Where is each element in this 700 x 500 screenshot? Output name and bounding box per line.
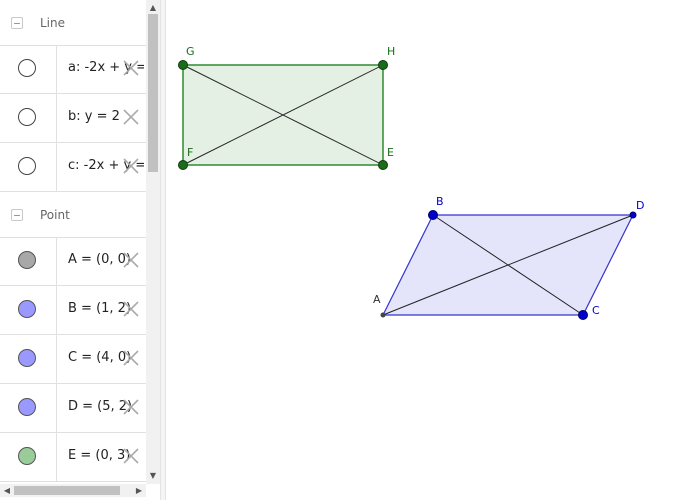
point-C-graphic[interactable] <box>578 310 588 320</box>
delete-icon[interactable] <box>121 156 141 176</box>
point-B-graphic[interactable] <box>428 210 438 220</box>
label-B: B <box>436 195 444 208</box>
point-F[interactable] <box>178 160 188 170</box>
visibility-marble-icon[interactable] <box>18 157 36 175</box>
algebra-list: Line a: -2x + y = 0 b: y = 2 c: -2x + y … <box>0 0 146 484</box>
marble-cell <box>0 335 57 383</box>
marble-cell <box>0 143 57 191</box>
algebra-row-line-a[interactable]: a: -2x + y = 0 <box>0 45 146 94</box>
point-D-graphic[interactable] <box>629 211 637 219</box>
algebra-row-point-E[interactable]: E = (0, 3) <box>0 433 146 482</box>
label-A: A <box>373 293 381 306</box>
graphics-view[interactable]: G H E F A B C D <box>166 0 700 500</box>
delete-icon[interactable] <box>121 348 141 368</box>
label-H: H <box>387 45 395 58</box>
delete-icon[interactable] <box>121 299 141 319</box>
point-H[interactable] <box>378 60 388 70</box>
visibility-marble-icon[interactable] <box>18 59 36 77</box>
marble-cell <box>0 433 57 481</box>
horizontal-scrollbar[interactable]: ◀ ▶ <box>0 484 146 497</box>
parallelogram-polygon[interactable]: A B C D <box>373 195 644 320</box>
visibility-marble-icon[interactable] <box>18 108 36 126</box>
algebra-row-point-C[interactable]: C = (4, 0) <box>0 335 146 384</box>
marble-cell <box>0 286 57 334</box>
point-G[interactable] <box>178 60 188 70</box>
group-header-point[interactable]: Point <box>0 192 146 238</box>
group-header-line[interactable]: Line <box>0 0 146 46</box>
visibility-marble-icon[interactable] <box>18 349 36 367</box>
visibility-marble-icon[interactable] <box>18 251 36 269</box>
delete-icon[interactable] <box>121 446 141 466</box>
label-E: E <box>387 146 394 159</box>
marble-cell <box>0 384 57 432</box>
group-label: Point <box>40 208 70 222</box>
visibility-marble-icon[interactable] <box>18 398 36 416</box>
delete-icon[interactable] <box>121 107 141 127</box>
collapse-icon[interactable] <box>11 209 23 221</box>
scroll-left-arrow-icon[interactable]: ◀ <box>1 484 13 497</box>
label-D: D <box>636 199 644 212</box>
algebra-row-point-B[interactable]: B = (1, 2) <box>0 286 146 335</box>
scroll-up-arrow-icon[interactable]: ▲ <box>146 2 160 14</box>
algebra-row-point-D[interactable]: D = (5, 2) <box>0 384 146 433</box>
delete-icon[interactable] <box>121 58 141 78</box>
visibility-marble-icon[interactable] <box>18 447 36 465</box>
algebra-row-point-A[interactable]: A = (0, 0) <box>0 237 146 286</box>
scrollbar-thumb[interactable] <box>148 14 158 172</box>
delete-icon[interactable] <box>121 250 141 270</box>
point-E-graphic[interactable] <box>378 160 388 170</box>
scrollbar-thumb[interactable] <box>14 486 120 495</box>
graphics-canvas[interactable]: G H E F A B C D <box>166 0 700 500</box>
point-A-graphic[interactable] <box>380 312 386 318</box>
rectangle-polygon[interactable]: G H E F <box>178 45 396 170</box>
scroll-down-arrow-icon[interactable]: ▼ <box>146 470 160 482</box>
marble-cell <box>0 94 57 142</box>
visibility-marble-icon[interactable] <box>18 300 36 318</box>
group-label: Line <box>40 16 66 30</box>
algebra-view: Line a: -2x + y = 0 b: y = 2 c: -2x + y … <box>0 0 160 500</box>
vertical-scrollbar[interactable]: ▲ ▼ <box>146 0 160 484</box>
marble-cell <box>0 45 57 93</box>
label-C: C <box>592 304 600 317</box>
algebra-row-line-b[interactable]: b: y = 2 <box>0 94 146 143</box>
scroll-right-arrow-icon[interactable]: ▶ <box>133 484 145 497</box>
label-G: G <box>186 45 195 58</box>
delete-icon[interactable] <box>121 397 141 417</box>
collapse-icon[interactable] <box>11 17 23 29</box>
algebra-row-line-c[interactable]: c: -2x + y = -8 <box>0 143 146 192</box>
marble-cell <box>0 237 57 285</box>
label-F: F <box>187 146 193 159</box>
